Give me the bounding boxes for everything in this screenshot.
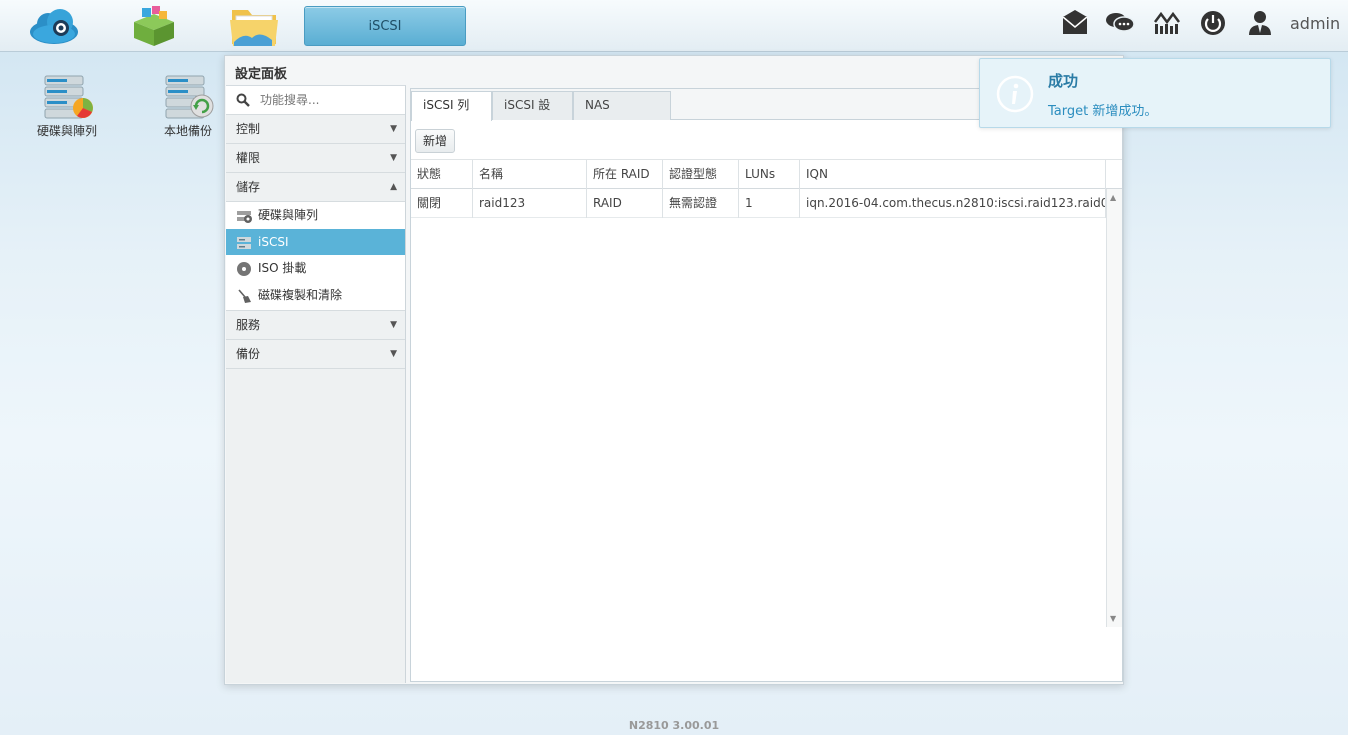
success-notification[interactable]: 成功 Target 新增成功。 — [979, 58, 1331, 128]
category-label: 權限 — [236, 151, 261, 165]
disk-icon — [236, 207, 252, 223]
function-search — [226, 86, 405, 115]
column-header-iqn[interactable]: IQN — [800, 160, 1106, 189]
broom-icon — [236, 287, 252, 303]
tab-nas-stacking[interactable]: NAS Stacking — [573, 91, 671, 138]
column-header-auth[interactable]: 認證型態 — [663, 160, 739, 189]
tab-iscsi-settings[interactable]: iSCSI 設定 — [492, 91, 573, 138]
sidebar-category-backup[interactable]: 備份 ▼ — [226, 340, 405, 369]
cell-name: raid123 — [473, 189, 587, 218]
user-name-label[interactable]: admin — [1290, 14, 1340, 33]
sidebar-category-privilege[interactable]: 權限 ▼ — [226, 144, 405, 173]
chevron-down-icon: ▼ — [390, 320, 397, 330]
sidebar-item-iso-mount[interactable]: ISO 掛載 — [226, 255, 405, 282]
desktop-item-label: 本地備份 — [163, 124, 212, 138]
column-header-spacer — [1106, 160, 1122, 189]
mail-icon[interactable] — [1060, 8, 1090, 38]
sidebar-category-service[interactable]: 服務 ▼ — [226, 311, 405, 340]
category-label: 控制 — [236, 122, 261, 136]
iscsi-target-table: 狀態 名稱 所在 RAID 認證型態 LUNs IQN 關閉 raid123 R… — [411, 159, 1122, 629]
cell-status: 關閉 — [411, 189, 473, 218]
version-footer: N2810 3.00.01 — [628, 719, 720, 732]
notification-message: Target 新增成功。 — [1048, 104, 1158, 119]
table-header: 狀態 名稱 所在 RAID 認證型態 LUNs IQN — [411, 159, 1122, 189]
taskbar: iSCSI admin — [0, 0, 1348, 52]
sidebar: 控制 ▼ 權限 ▼ 儲存 ▲ 硬碟與陣列 — [226, 85, 406, 683]
sidebar-item-iscsi[interactable]: iSCSI — [226, 228, 405, 255]
iso-icon — [236, 260, 252, 276]
sidebar-category-storage[interactable]: 儲存 ▲ — [226, 173, 405, 202]
sidebar-item-label: 硬碟與陣列 — [258, 208, 319, 222]
category-label: 服務 — [236, 318, 261, 332]
cell-iqn: iqn.2016-04.com.thecus.n2810:iscsi.raid1… — [800, 189, 1106, 218]
chat-icon[interactable] — [1105, 8, 1135, 38]
sidebar-item-label: ISO 掛載 — [258, 261, 307, 275]
chevron-down-icon: ▼ — [390, 349, 397, 359]
desktop-disk-array-shortcut[interactable]: 硬碟與陣列 — [22, 72, 112, 139]
folder-icon[interactable] — [228, 4, 280, 48]
network-icon[interactable] — [1152, 8, 1182, 38]
column-header-raid[interactable]: 所在 RAID — [587, 160, 663, 189]
category-label: 儲存 — [236, 180, 261, 194]
search-input[interactable] — [260, 90, 400, 110]
add-button[interactable]: 新增 — [415, 129, 456, 153]
cloud-icon[interactable] — [28, 4, 80, 48]
settings-panel-window: 設定面板 控制 ▼ 權限 ▼ 儲存 ▲ — [224, 55, 1124, 685]
vertical-scrollbar[interactable]: ▲ ▼ — [1106, 189, 1122, 627]
sidebar-item-label: 磁碟複製和清除 — [258, 287, 343, 302]
local-backup-icon — [162, 72, 214, 122]
cell-auth: 無需認證 — [663, 189, 739, 218]
cell-raid: RAID — [587, 189, 663, 218]
desktop-item-label: 硬碟與陣列 — [36, 124, 97, 138]
cell-luns: 1 — [739, 189, 800, 218]
chevron-down-icon: ▼ — [390, 124, 397, 134]
notification-title: 成功 — [1048, 72, 1079, 90]
scroll-down-icon[interactable]: ▼ — [1110, 614, 1116, 623]
sidebar-item-label: iSCSI — [258, 234, 289, 249]
sidebar-category-control[interactable]: 控制 ▼ — [226, 115, 405, 144]
storage-submenu: 硬碟與陣列 iSCSI ISO 掛載 磁碟複製和清除 — [226, 202, 405, 311]
power-icon[interactable] — [1198, 8, 1228, 38]
desktop-local-backup-shortcut[interactable]: 本地備份 — [143, 72, 233, 139]
chevron-down-icon: ▼ — [390, 153, 397, 163]
package-icon[interactable] — [128, 4, 180, 48]
info-icon — [996, 75, 1034, 113]
sidebar-item-disk-array[interactable]: 硬碟與陣列 — [226, 202, 405, 229]
window-title: 設定面板 — [235, 67, 288, 82]
iscsi-icon — [236, 234, 252, 250]
sidebar-item-disk-clone-wipe[interactable]: 磁碟複製和清除 — [226, 281, 405, 308]
task-iscsi-button[interactable]: iSCSI — [304, 6, 466, 46]
chevron-up-icon: ▲ — [390, 182, 397, 192]
search-icon — [236, 93, 250, 107]
column-header-name[interactable]: 名稱 — [473, 160, 587, 189]
column-header-luns[interactable]: LUNs — [739, 160, 800, 189]
content-panel: iSCSI 列表 iSCSI 設定 NAS Stacking 新增 狀態 名稱 … — [410, 88, 1123, 682]
scroll-up-icon[interactable]: ▲ — [1110, 193, 1116, 202]
disk-array-icon — [41, 72, 93, 122]
category-label: 備份 — [236, 347, 261, 361]
user-icon[interactable] — [1245, 8, 1275, 38]
table-row[interactable]: 關閉 raid123 RAID 無需認證 1 iqn.2016-04.com.t… — [411, 189, 1122, 218]
column-header-status[interactable]: 狀態 — [411, 160, 473, 189]
tab-iscsi-list[interactable]: iSCSI 列表 — [411, 91, 492, 138]
